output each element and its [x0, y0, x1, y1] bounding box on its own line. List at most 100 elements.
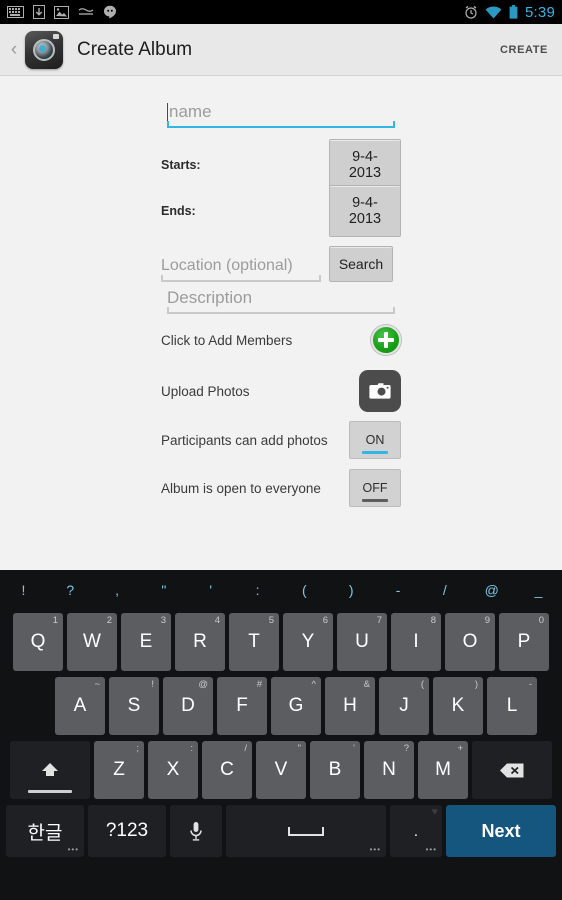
long-press-dots: ••• — [369, 845, 381, 854]
battery-icon — [509, 5, 518, 19]
app-icon-flash — [53, 33, 59, 39]
letter-key-q[interactable]: 1Q — [13, 613, 63, 671]
letter-key-f[interactable]: # F — [217, 677, 267, 735]
language-key[interactable]: 한글 ••• — [6, 805, 84, 857]
album-name-input[interactable]: name — [167, 98, 395, 128]
symbol-key[interactable]: ! — [0, 582, 47, 598]
key-hint: 8 — [430, 615, 436, 626]
keyboard-row-3: ; Z: X / C " V ' B? N + M — [0, 738, 562, 802]
location-placeholder: Location (optional) — [161, 257, 293, 274]
open-album-toggle-row: Album is open to everyone OFF — [161, 464, 401, 512]
search-button[interactable]: Search — [329, 246, 393, 282]
underline-tick-left — [167, 307, 169, 314]
microphone-icon[interactable] — [170, 805, 222, 857]
screen: 5:39 ‹ Create Album CREATE name Starts: — [0, 0, 562, 900]
symbol-key[interactable]: : — [234, 582, 281, 598]
letter-key-l[interactable]: -L — [487, 677, 537, 735]
letter-key-u[interactable]: 7U — [337, 613, 387, 671]
app-icon-lens — [33, 38, 55, 61]
back-chevron-icon[interactable]: ‹ — [5, 39, 23, 61]
letter-key-m[interactable]: + M — [418, 741, 468, 799]
letter-key-j[interactable]: (J — [379, 677, 429, 735]
key-hint: 6 — [322, 615, 328, 626]
camera-app-icon[interactable] — [25, 30, 63, 69]
backspace-key[interactable] — [472, 741, 552, 799]
symbol-key[interactable]: , — [94, 582, 141, 598]
letter-key-r[interactable]: 4R — [175, 613, 225, 671]
status-bar-right-icons: 5:39 — [464, 4, 555, 21]
open-album-toggle[interactable]: OFF — [349, 469, 401, 507]
key-label: E — [139, 631, 153, 652]
symbol-key[interactable]: - — [375, 582, 422, 598]
letter-key-y[interactable]: 6Y — [283, 613, 333, 671]
ends-label: Ends: — [161, 204, 196, 218]
key-label: O — [462, 631, 478, 652]
add-plus-icon[interactable] — [371, 325, 401, 355]
keyboard-symbol-row: !?, " ':() - / @ _ — [0, 570, 562, 610]
ends-date-button[interactable]: 9-4-2013 — [329, 185, 401, 237]
letter-key-c[interactable]: / C — [202, 741, 252, 799]
symbols-key[interactable]: ?123 — [88, 805, 166, 857]
letter-key-n[interactable]: ? N — [364, 741, 414, 799]
key-hint: ? — [403, 743, 409, 754]
letter-key-v[interactable]: " V — [256, 741, 306, 799]
starts-date-button[interactable]: 9-4-2013 — [329, 139, 401, 191]
heart-icon: ♥ — [431, 806, 438, 818]
create-button[interactable]: CREATE — [500, 44, 548, 56]
hangouts-icon — [104, 5, 116, 19]
letter-key-s[interactable]: ! S — [109, 677, 159, 735]
symbol-key[interactable]: / — [421, 582, 468, 598]
participants-toggle[interactable]: ON — [349, 421, 401, 459]
name-field-row: name — [167, 98, 395, 128]
letter-key-x[interactable]: :X — [148, 741, 198, 799]
symbol-key[interactable]: ' — [187, 582, 234, 598]
symbol-key[interactable]: ( — [281, 582, 328, 598]
key-label: H — [343, 695, 357, 716]
shift-key[interactable] — [10, 741, 90, 799]
key-label: Y — [301, 631, 315, 652]
symbol-key[interactable]: @ — [468, 582, 515, 598]
symbol-key[interactable]: ? — [47, 582, 94, 598]
key-label: U — [355, 631, 369, 652]
letter-key-p[interactable]: 0P — [499, 613, 549, 671]
period-key[interactable]: ♥ . ••• — [390, 805, 442, 857]
letter-key-z[interactable]: ; Z — [94, 741, 144, 799]
underline-tick-right — [319, 275, 321, 282]
letter-key-o[interactable]: 9O — [445, 613, 495, 671]
description-input[interactable]: Description — [167, 284, 395, 314]
key-label: Z — [113, 759, 125, 780]
key-label: C — [220, 759, 234, 780]
location-row: Location (optional) Search — [161, 234, 401, 282]
underline-tick-left — [167, 121, 169, 128]
key-hint: & — [363, 679, 370, 690]
letter-key-g[interactable]: ^ G — [271, 677, 321, 735]
starts-label: Starts: — [161, 158, 201, 172]
letter-key-w[interactable]: 2W — [67, 613, 117, 671]
location-input[interactable]: Location (optional) — [161, 252, 321, 282]
open-album-toggle-label: Album is open to everyone — [161, 480, 321, 496]
key-hint: ' — [353, 743, 355, 754]
letter-key-h[interactable]: & H — [325, 677, 375, 735]
symbol-key[interactable]: " — [140, 582, 187, 598]
camera-icon[interactable] — [359, 370, 401, 412]
symbol-key[interactable]: _ — [515, 582, 562, 598]
description-placeholder: Description — [167, 288, 253, 307]
keyboard-row-1: 1Q2W3E4R5T6Y7U8I9O0P — [0, 610, 562, 674]
space-bar-icon — [288, 826, 324, 836]
letter-key-k[interactable]: ) K — [433, 677, 483, 735]
space-key[interactable]: ••• — [226, 805, 386, 857]
symbol-key[interactable]: ) — [328, 582, 375, 598]
letter-key-t[interactable]: 5T — [229, 613, 279, 671]
key-label: J — [399, 695, 409, 716]
enter-next-key[interactable]: Next — [446, 805, 556, 857]
key-label: I — [413, 631, 419, 652]
letter-key-d[interactable]: @ D — [163, 677, 213, 735]
letter-key-i[interactable]: 8I — [391, 613, 441, 671]
key-hint: # — [256, 679, 262, 690]
download-icon — [33, 5, 45, 19]
letter-key-a[interactable]: ~ A — [55, 677, 105, 735]
participants-toggle-label: Participants can add photos — [161, 432, 328, 448]
letter-key-e[interactable]: 3E — [121, 613, 171, 671]
key-hint: 0 — [538, 615, 544, 626]
letter-key-b[interactable]: ' B — [310, 741, 360, 799]
